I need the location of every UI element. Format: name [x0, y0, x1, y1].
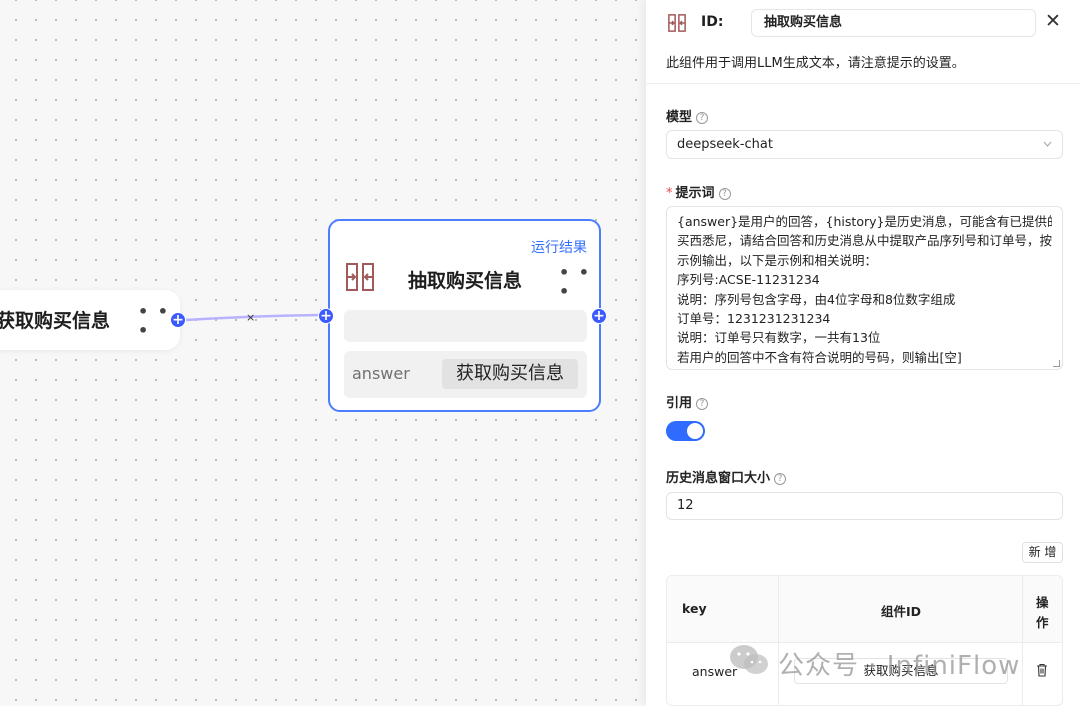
add-button[interactable]: 新 增: [1022, 542, 1063, 563]
history-window-label: 历史消息窗口大小?: [666, 467, 787, 486]
header-component-id: 组件ID: [881, 604, 922, 619]
param-value: 获取购买信息: [442, 359, 578, 389]
prompt-line: 说明：订单号只有数字，一共有13位: [677, 330, 881, 346]
prompt-line: 订单号：1231231231234: [677, 311, 831, 327]
more-icon[interactable]: • • •: [559, 263, 599, 301]
prompt-textarea[interactable]: {answer}是用户的回答，{history}是历史消息，可能含有已提供的购 …: [666, 206, 1063, 370]
quote-label: 引用?: [666, 392, 709, 411]
prompt-line: 示例输出，以下是示例和相关说明：: [677, 252, 878, 268]
resize-handle[interactable]: [1053, 360, 1060, 367]
history-window-input[interactable]: 12: [666, 492, 1063, 520]
component-id-select[interactable]: 获取购买信息: [794, 658, 1008, 684]
node-extract-purchase-info[interactable]: 运行结果 抽取购买信息 • • • answer 获取购买信息: [328, 219, 601, 412]
node-empty-slot: [344, 310, 587, 342]
input-handle[interactable]: +: [318, 308, 334, 324]
chevron-down-icon: [1043, 131, 1052, 169]
header-action: 作: [1036, 615, 1049, 630]
header-action: 操: [1036, 595, 1049, 610]
help-icon[interactable]: ?: [696, 398, 709, 410]
output-handle[interactable]: +: [591, 308, 607, 324]
required-mark: *: [666, 186, 673, 201]
close-icon[interactable]: ✕: [1045, 10, 1061, 32]
node-settings-panel: ID: 抽取购买信息 ✕ 此组件用于调用LLM生成文本，请注意提示的设置。 模型…: [646, 0, 1080, 706]
help-icon[interactable]: ?: [696, 112, 709, 124]
divider: [646, 83, 1080, 84]
toggle-knob: [687, 423, 703, 439]
prompt-line: 若用户的回答中不含有符合说明的号码，则输出[空]: [677, 349, 962, 365]
prompt-line: {answer}是用户的回答，{history}是历史消息，可能含有已提供的购: [677, 214, 1052, 229]
header-key: key: [682, 601, 707, 616]
node-param-row: answer 获取购买信息: [344, 351, 587, 398]
extract-icon: [667, 13, 687, 37]
flow-canvas[interactable]: 获取购买信息 • • • + × 运行结果 抽取购买信息 • • • answe…: [0, 0, 646, 706]
id-label: ID:: [701, 14, 724, 30]
param-key: answer: [352, 364, 410, 383]
divider: [778, 576, 779, 705]
prompt-line: 说明：序列号包含字母，由4位字母和8位数字组成: [677, 291, 956, 307]
help-icon[interactable]: ?: [718, 188, 731, 200]
node-title: 抽取购买信息: [408, 270, 523, 292]
params-table: key 组件ID 操 作 answer 获取购买信息: [666, 575, 1063, 706]
model-value: deepseek-chat: [677, 137, 773, 152]
prompt-line: 序列号:ACSE-11231234: [677, 272, 820, 288]
delete-icon[interactable]: [1036, 662, 1048, 681]
help-icon[interactable]: ?: [774, 473, 787, 485]
prompt-label: * 提示词?: [666, 182, 731, 201]
model-select[interactable]: deepseek-chat: [666, 130, 1063, 159]
quote-toggle[interactable]: [666, 421, 705, 441]
model-label: 模型?: [666, 106, 709, 125]
divider: [1022, 576, 1023, 705]
prompt-line: 买西悉尼，请结合回答和历史消息从中提取产品序列号和订单号，按: [677, 233, 1052, 249]
extract-icon: [344, 261, 376, 297]
panel-description: 此组件用于调用LLM生成文本，请注意提示的设置。: [666, 56, 965, 71]
table-header: [667, 576, 1062, 643]
run-result-link[interactable]: 运行结果: [531, 237, 587, 257]
node-id-input[interactable]: 抽取购买信息: [751, 9, 1036, 37]
edge-remove-icon[interactable]: ×: [246, 311, 255, 324]
row-key: answer: [692, 664, 738, 679]
